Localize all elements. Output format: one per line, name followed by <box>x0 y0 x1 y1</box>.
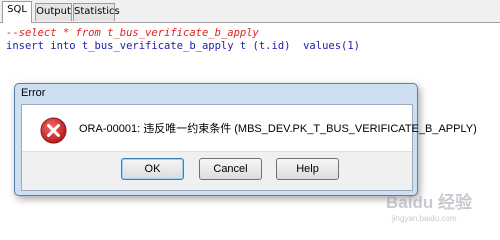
tab-output[interactable]: Output <box>35 3 72 21</box>
code-line-insert: insert into t_bus_verificate_b_apply t (… <box>6 40 361 52</box>
tab-sql[interactable]: SQL <box>2 1 32 23</box>
dialog-title: Error <box>21 87 46 99</box>
dialog-body: ORA-00001: 违反唯一约束条件 (MBS_DEV.PK_T_BUS_VE… <box>21 104 477 191</box>
ok-button[interactable]: OK <box>121 158 184 180</box>
baidu-watermark: Baidu 经验 jingyan.baidu.com <box>384 186 496 226</box>
watermark-text: Baidu 经验 <box>386 192 473 212</box>
tab-strip: SQL Output Statistics <box>0 0 500 23</box>
watermark-subtext: jingyan.baidu.com <box>391 214 457 223</box>
error-message: ORA-00001: 违反唯一约束条件 (MBS_DEV.PK_T_BUS_VE… <box>79 123 477 135</box>
error-dialog: Error ORA-00001: 违反唯一约束条件 (MBS_DEV.PK_T_… <box>14 83 477 196</box>
error-icon <box>40 117 67 144</box>
tab-statistics[interactable]: Statistics <box>73 3 120 21</box>
help-button[interactable]: Help <box>276 158 339 180</box>
cancel-button[interactable]: Cancel <box>199 158 262 180</box>
dialog-footer: OK Cancel Help <box>22 151 412 190</box>
code-line-comment: --select * from t_bus_verificate_b_apply <box>6 27 259 39</box>
